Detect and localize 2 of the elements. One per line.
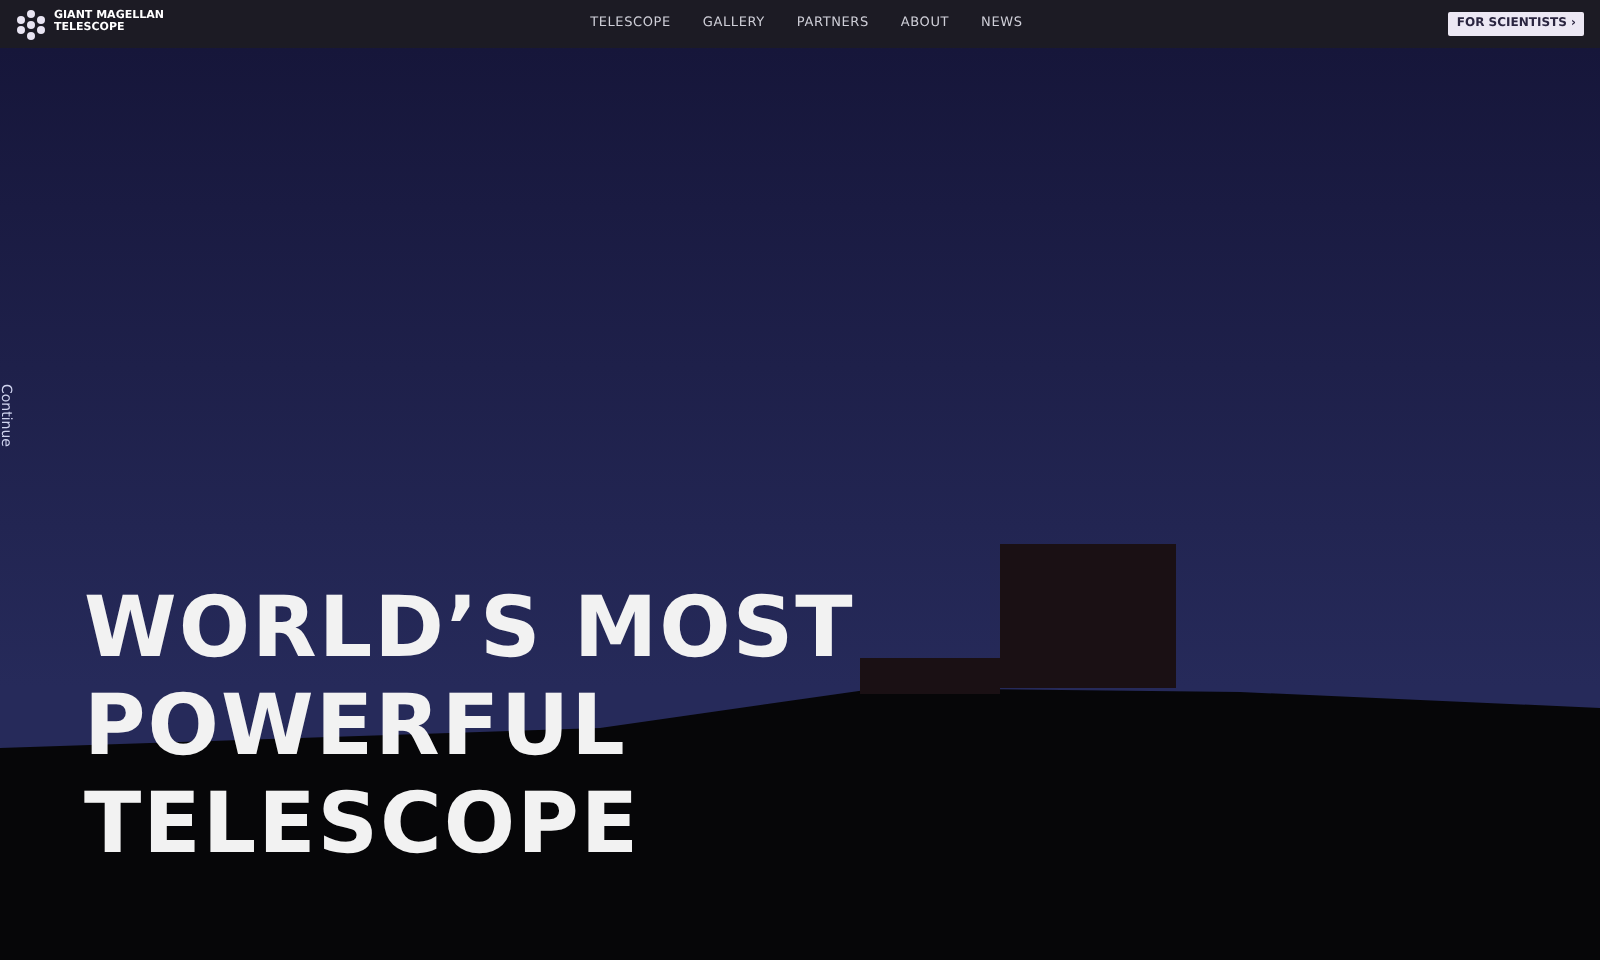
logo-icon[interactable] bbox=[16, 9, 46, 39]
hero-heading: WORLD’S MOST POWERFUL TELESCOPE bbox=[84, 578, 855, 873]
